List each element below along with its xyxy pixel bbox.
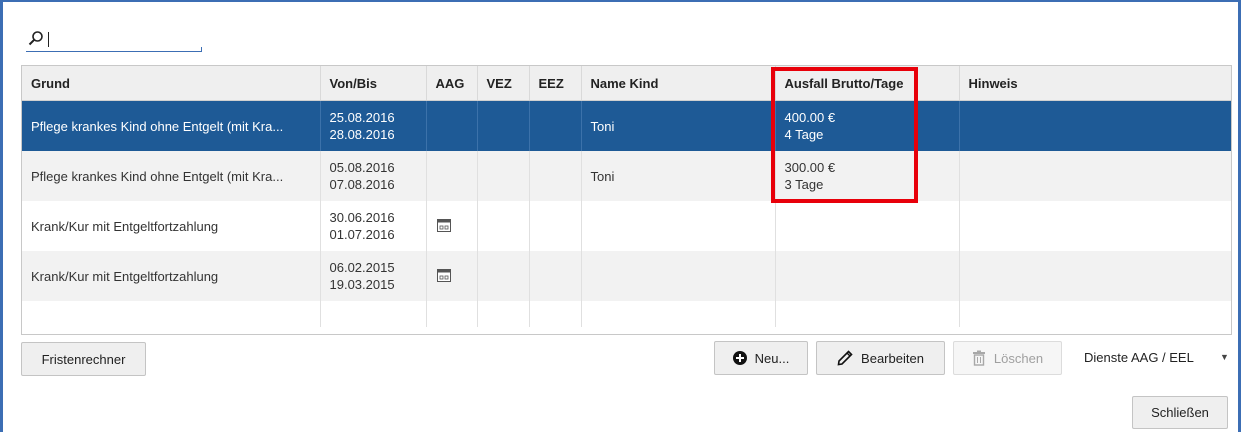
- cell-von-bis: 05.08.2016 07.08.2016: [320, 151, 427, 201]
- absence-table[interactable]: Grund Von/Bis AAG VEZ EEZ Name Kind Ausf…: [21, 65, 1232, 335]
- search-field[interactable]: [26, 27, 202, 52]
- cell-name-kind: [581, 201, 776, 251]
- cell-name-kind: Toni: [581, 100, 776, 151]
- cell-von: 06.02.2015: [329, 260, 395, 275]
- fristenrechner-label: Fristenrechner: [41, 351, 126, 367]
- cell-hinweis: [959, 251, 1231, 301]
- cell-von: 30.06.2016: [329, 210, 395, 225]
- cell-von-bis: 30.06.2016 01.07.2016: [320, 201, 427, 251]
- cell-von: 05.08.2016: [329, 160, 395, 175]
- calendar-icon[interactable]: [436, 217, 452, 233]
- cell-name-kind: [581, 251, 776, 301]
- cell-eez: [529, 201, 582, 251]
- table-row[interactable]: Pflege krankes Kind ohne Entgelt (mit Kr…: [22, 151, 1231, 201]
- delete-button[interactable]: Löschen: [953, 341, 1062, 375]
- new-label: Neu...: [754, 350, 790, 366]
- table-row[interactable]: Pflege krankes Kind ohne Entgelt (mit Kr…: [22, 100, 1231, 151]
- cell-bis: 07.08.2016: [329, 177, 395, 192]
- table-row[interactable]: Krank/Kur mit Entgeltfortzahlung 06.02.2…: [22, 251, 1231, 301]
- new-button[interactable]: Neu...: [714, 341, 808, 375]
- input-underline-tick: [201, 47, 202, 51]
- column-header-von-bis[interactable]: Von/Bis: [320, 66, 427, 101]
- dienste-dropdown-label[interactable]: Dienste AAG / EEL: [1084, 350, 1194, 365]
- cell-eez: [529, 100, 582, 151]
- cell-ausfall: [775, 251, 960, 301]
- edit-label: Bearbeiten: [861, 350, 924, 366]
- cell-name-kind: Toni: [581, 151, 776, 201]
- cell-bis: 19.03.2015: [329, 277, 395, 292]
- fristenrechner-button[interactable]: Fristenrechner: [21, 342, 146, 376]
- cell-vez: [477, 251, 530, 301]
- search-icon: [28, 31, 43, 46]
- cell-grund: Pflege krankes Kind ohne Entgelt (mit Kr…: [22, 151, 321, 201]
- cell-hinweis: [959, 100, 1231, 151]
- window-frame-top: [0, 0, 1241, 2]
- cell-aag: [426, 251, 478, 301]
- column-header-hinweis[interactable]: Hinweis: [959, 66, 1231, 101]
- pencil-icon: [837, 350, 853, 366]
- cell-aag: [426, 100, 478, 151]
- plus-circle-icon: [732, 351, 747, 365]
- cell-ausfall: [775, 201, 960, 251]
- cell-bis: 01.07.2016: [329, 227, 395, 242]
- cell-grund: Krank/Kur mit Entgeltfortzahlung: [22, 251, 321, 301]
- chevron-down-icon[interactable]: ▼: [1220, 352, 1229, 362]
- cell-vez: [477, 151, 530, 201]
- cell-hinweis: [959, 201, 1231, 251]
- column-header-aag[interactable]: AAG: [426, 66, 478, 101]
- cell-hinweis: [959, 151, 1231, 201]
- cell-bis: 28.08.2016: [329, 127, 395, 142]
- cell-von-bis: 06.02.2015 19.03.2015: [320, 251, 427, 301]
- column-header-eez[interactable]: EEZ: [529, 66, 582, 101]
- column-header-grund[interactable]: Grund: [22, 66, 321, 101]
- text-cursor: [48, 32, 49, 47]
- column-header-vez[interactable]: VEZ: [477, 66, 530, 101]
- close-button[interactable]: Schließen: [1132, 396, 1228, 429]
- table-header-row: Grund Von/Bis AAG VEZ EEZ Name Kind Ausf…: [22, 66, 1231, 101]
- table-row[interactable]: Krank/Kur mit Entgeltfortzahlung 30.06.2…: [22, 201, 1231, 251]
- calendar-icon[interactable]: [436, 267, 452, 283]
- cell-vez: [477, 100, 530, 151]
- trash-icon: [972, 350, 985, 366]
- cell-vez: [477, 201, 530, 251]
- cell-von-bis: 25.08.2016 28.08.2016: [320, 100, 427, 151]
- cell-grund: Pflege krankes Kind ohne Entgelt (mit Kr…: [22, 100, 321, 151]
- cell-aag: [426, 151, 478, 201]
- cell-eez: [529, 251, 582, 301]
- table-row-empty: [22, 301, 1231, 327]
- cell-aag: [426, 201, 478, 251]
- window-frame-left: [0, 0, 3, 432]
- cell-eez: [529, 151, 582, 201]
- cell-von: 25.08.2016: [329, 110, 395, 125]
- close-label: Schließen: [1151, 405, 1209, 420]
- cell-grund: Krank/Kur mit Entgeltfortzahlung: [22, 201, 321, 251]
- annotation-highlight-box: [771, 67, 918, 203]
- column-header-name-kind[interactable]: Name Kind: [581, 66, 776, 101]
- edit-button[interactable]: Bearbeiten: [816, 341, 945, 375]
- delete-label: Löschen: [993, 350, 1044, 366]
